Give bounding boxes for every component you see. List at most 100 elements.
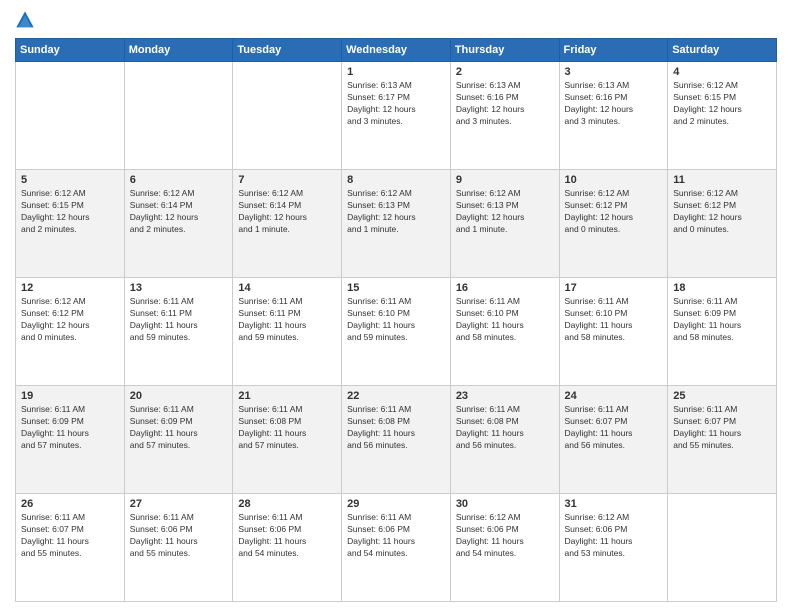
day-number: 13 <box>130 282 228 294</box>
calendar-cell <box>124 62 233 170</box>
day-number: 14 <box>238 282 336 294</box>
calendar-cell: 10 Sunrise: 6:12 AM Sunset: 6:12 PM Dayli… <box>559 170 668 278</box>
calendar-cell: 5 Sunrise: 6:12 AM Sunset: 6:15 PM Daylig… <box>16 170 125 278</box>
day-number: 19 <box>21 390 119 402</box>
calendar-cell: 6 Sunrise: 6:12 AM Sunset: 6:14 PM Daylig… <box>124 170 233 278</box>
day-number: 21 <box>238 390 336 402</box>
calendar-cell: 4 Sunrise: 6:12 AM Sunset: 6:15 PM Daylig… <box>668 62 777 170</box>
calendar-cell: 12Sunrise: 6:12 AM Sunset: 6:12 PM Dayli… <box>16 278 125 386</box>
day-number: 31 <box>565 498 663 510</box>
day-info: Sunrise: 6:12 AM Sunset: 6:14 PM Dayligh… <box>238 188 336 236</box>
calendar-cell: 16 Sunrise: 6:11 AM Sunset: 6:10 PM Dayli… <box>450 278 559 386</box>
day-header-wednesday: Wednesday <box>342 39 451 62</box>
day-header-thursday: Thursday <box>450 39 559 62</box>
calendar-cell: 29 Sunrise: 6:11 AM Sunset: 6:06 PM Dayli… <box>342 494 451 602</box>
day-number: 5 <box>21 174 119 186</box>
calendar-cell: 13 Sunrise: 6:11 AM Sunset: 6:11 PM Dayli… <box>124 278 233 386</box>
calendar-cell: 20 Sunrise: 6:11 AM Sunset: 6:09 PM Dayli… <box>124 386 233 494</box>
calendar-cell: 19 Sunrise: 6:11 AM Sunset: 6:09 PM Dayli… <box>16 386 125 494</box>
day-number: 17 <box>565 282 663 294</box>
day-info: Sunrise: 6:12 AM Sunset: 6:15 PM Dayligh… <box>21 188 119 236</box>
day-info: Sunrise: 6:12 AM Sunset: 6:06 PM Dayligh… <box>456 512 554 560</box>
calendar-cell <box>668 494 777 602</box>
day-info: Sunrise: 6:11 AM Sunset: 6:09 PM Dayligh… <box>130 404 228 452</box>
day-info: Sunrise: 6:11 AM Sunset: 6:07 PM Dayligh… <box>673 404 771 452</box>
calendar-cell: 15 Sunrise: 6:11 AM Sunset: 6:10 PM Dayli… <box>342 278 451 386</box>
day-info: Sunrise: 6:11 AM Sunset: 6:06 PM Dayligh… <box>130 512 228 560</box>
calendar-cell: 1Sunrise: 6:13 AM Sunset: 6:17 PM Daylig… <box>342 62 451 170</box>
day-number: 29 <box>347 498 445 510</box>
calendar-table: SundayMondayTuesdayWednesdayThursdayFrid… <box>15 38 777 602</box>
day-number: 4 <box>673 66 771 78</box>
day-number: 20 <box>130 390 228 402</box>
header <box>15 10 777 30</box>
day-info: Sunrise: 6:11 AM Sunset: 6:10 PM Dayligh… <box>456 296 554 344</box>
day-info: Sunrise: 6:11 AM Sunset: 6:07 PM Dayligh… <box>565 404 663 452</box>
calendar-cell: 25Sunrise: 6:11 AM Sunset: 6:07 PM Dayli… <box>668 386 777 494</box>
day-info: Sunrise: 6:11 AM Sunset: 6:08 PM Dayligh… <box>456 404 554 452</box>
calendar-cell: 3 Sunrise: 6:13 AM Sunset: 6:16 PM Daylig… <box>559 62 668 170</box>
calendar-week-4: 19 Sunrise: 6:11 AM Sunset: 6:09 PM Dayli… <box>16 386 777 494</box>
day-number: 8 <box>347 174 445 186</box>
day-info: Sunrise: 6:12 AM Sunset: 6:15 PM Dayligh… <box>673 80 771 128</box>
day-info: Sunrise: 6:11 AM Sunset: 6:10 PM Dayligh… <box>347 296 445 344</box>
calendar-header-row: SundayMondayTuesdayWednesdayThursdayFrid… <box>16 39 777 62</box>
calendar-cell: 9 Sunrise: 6:12 AM Sunset: 6:13 PM Daylig… <box>450 170 559 278</box>
day-info: Sunrise: 6:11 AM Sunset: 6:07 PM Dayligh… <box>21 512 119 560</box>
day-info: Sunrise: 6:11 AM Sunset: 6:09 PM Dayligh… <box>673 296 771 344</box>
day-header-saturday: Saturday <box>668 39 777 62</box>
day-number: 30 <box>456 498 554 510</box>
calendar-week-2: 5 Sunrise: 6:12 AM Sunset: 6:15 PM Daylig… <box>16 170 777 278</box>
day-header-sunday: Sunday <box>16 39 125 62</box>
day-info: Sunrise: 6:11 AM Sunset: 6:11 PM Dayligh… <box>130 296 228 344</box>
calendar-cell <box>16 62 125 170</box>
day-info: Sunrise: 6:11 AM Sunset: 6:06 PM Dayligh… <box>347 512 445 560</box>
day-header-tuesday: Tuesday <box>233 39 342 62</box>
day-info: Sunrise: 6:13 AM Sunset: 6:16 PM Dayligh… <box>456 80 554 128</box>
logo-icon <box>15 10 35 30</box>
day-info: Sunrise: 6:11 AM Sunset: 6:11 PM Dayligh… <box>238 296 336 344</box>
calendar-cell: 26 Sunrise: 6:11 AM Sunset: 6:07 PM Dayli… <box>16 494 125 602</box>
calendar-cell: 7 Sunrise: 6:12 AM Sunset: 6:14 PM Daylig… <box>233 170 342 278</box>
calendar-cell: 28Sunrise: 6:11 AM Sunset: 6:06 PM Dayli… <box>233 494 342 602</box>
day-number: 2 <box>456 66 554 78</box>
day-number: 15 <box>347 282 445 294</box>
calendar-cell: 18 Sunrise: 6:11 AM Sunset: 6:09 PM Dayli… <box>668 278 777 386</box>
day-info: Sunrise: 6:12 AM Sunset: 6:06 PM Dayligh… <box>565 512 663 560</box>
day-number: 9 <box>456 174 554 186</box>
calendar-cell: 8 Sunrise: 6:12 AM Sunset: 6:13 PM Daylig… <box>342 170 451 278</box>
day-number: 26 <box>21 498 119 510</box>
day-info: Sunrise: 6:13 AM Sunset: 6:16 PM Dayligh… <box>565 80 663 128</box>
day-number: 23 <box>456 390 554 402</box>
calendar-cell: 11Sunrise: 6:12 AM Sunset: 6:12 PM Dayli… <box>668 170 777 278</box>
day-header-monday: Monday <box>124 39 233 62</box>
day-number: 11 <box>673 174 771 186</box>
day-info: Sunrise: 6:11 AM Sunset: 6:09 PM Dayligh… <box>21 404 119 452</box>
day-number: 27 <box>130 498 228 510</box>
logo <box>15 10 39 30</box>
calendar-cell <box>233 62 342 170</box>
calendar-week-5: 26 Sunrise: 6:11 AM Sunset: 6:07 PM Dayli… <box>16 494 777 602</box>
day-info: Sunrise: 6:12 AM Sunset: 6:12 PM Dayligh… <box>21 296 119 344</box>
day-info: Sunrise: 6:11 AM Sunset: 6:10 PM Dayligh… <box>565 296 663 344</box>
calendar-week-1: 1Sunrise: 6:13 AM Sunset: 6:17 PM Daylig… <box>16 62 777 170</box>
day-number: 10 <box>565 174 663 186</box>
day-number: 6 <box>130 174 228 186</box>
day-number: 3 <box>565 66 663 78</box>
day-number: 22 <box>347 390 445 402</box>
day-number: 7 <box>238 174 336 186</box>
calendar-cell: 21 Sunrise: 6:11 AM Sunset: 6:08 PM Dayli… <box>233 386 342 494</box>
calendar-week-3: 12Sunrise: 6:12 AM Sunset: 6:12 PM Dayli… <box>16 278 777 386</box>
day-number: 24 <box>565 390 663 402</box>
calendar-cell: 17 Sunrise: 6:11 AM Sunset: 6:10 PM Dayli… <box>559 278 668 386</box>
day-info: Sunrise: 6:12 AM Sunset: 6:12 PM Dayligh… <box>565 188 663 236</box>
calendar-cell: 2 Sunrise: 6:13 AM Sunset: 6:16 PM Daylig… <box>450 62 559 170</box>
day-number: 16 <box>456 282 554 294</box>
day-info: Sunrise: 6:12 AM Sunset: 6:13 PM Dayligh… <box>347 188 445 236</box>
day-info: Sunrise: 6:11 AM Sunset: 6:08 PM Dayligh… <box>347 404 445 452</box>
day-number: 18 <box>673 282 771 294</box>
day-info: Sunrise: 6:11 AM Sunset: 6:08 PM Dayligh… <box>238 404 336 452</box>
day-info: Sunrise: 6:12 AM Sunset: 6:13 PM Dayligh… <box>456 188 554 236</box>
day-info: Sunrise: 6:12 AM Sunset: 6:14 PM Dayligh… <box>130 188 228 236</box>
calendar-cell: 27 Sunrise: 6:11 AM Sunset: 6:06 PM Dayli… <box>124 494 233 602</box>
